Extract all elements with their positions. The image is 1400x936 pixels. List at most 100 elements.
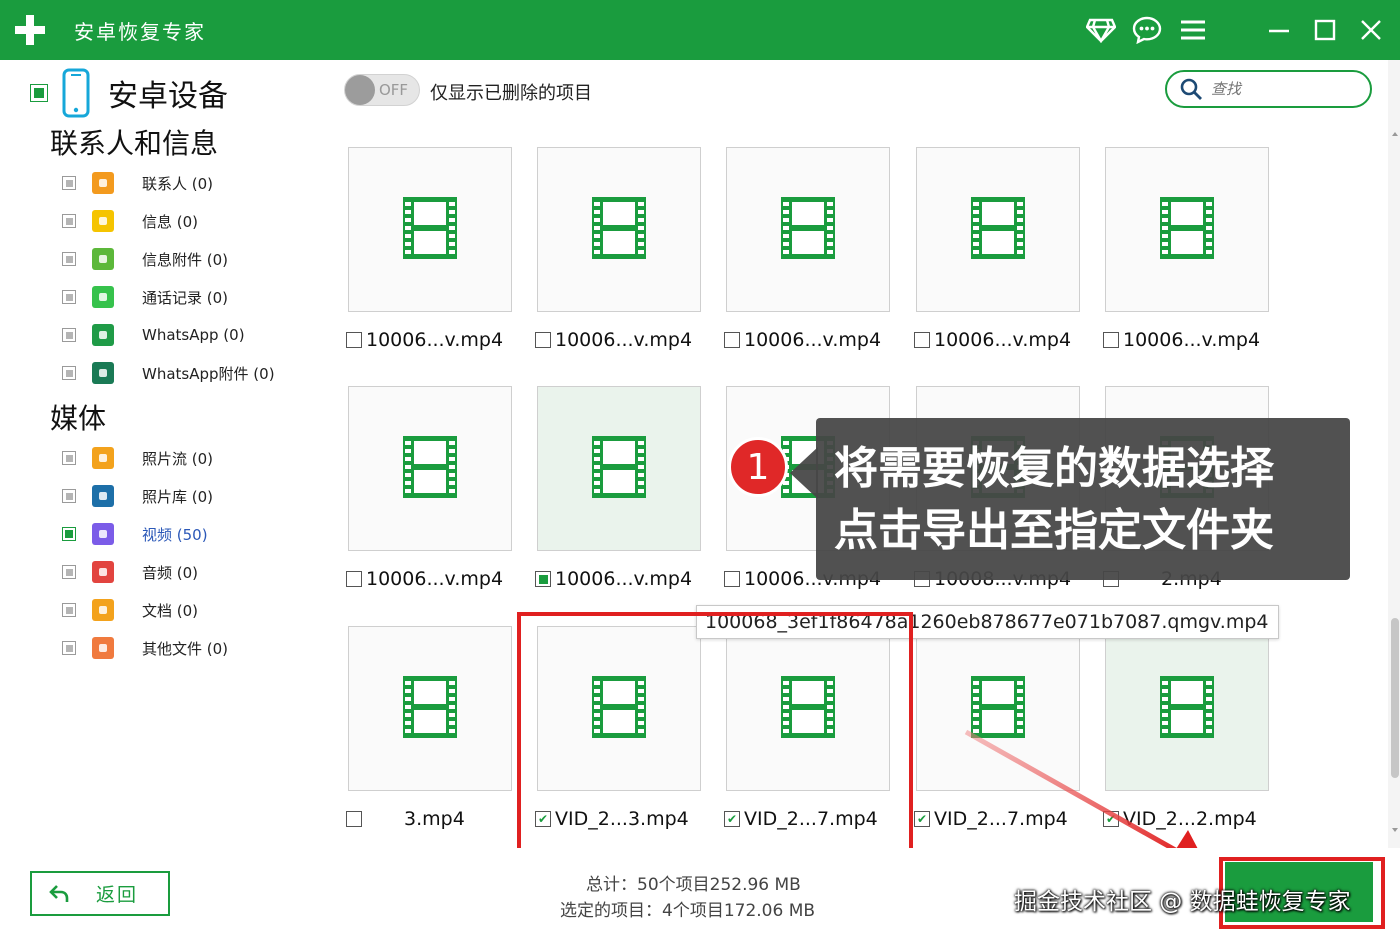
video-thumbnail[interactable]: [726, 626, 890, 791]
back-arrow-icon: [48, 883, 70, 905]
file-checkbox[interactable]: ✔: [914, 811, 930, 827]
sidebar-item[interactable]: WhatsApp (0): [62, 322, 245, 348]
category-checkbox[interactable]: [62, 366, 76, 380]
video-thumbnail[interactable]: [916, 626, 1080, 791]
video-file-icon: [969, 674, 1027, 744]
sidebar-item-label: 其他文件 (0): [142, 639, 229, 658]
footer-bar: 返回 总计：50个项目252.96 MB 选定的项目：4个项目172.06 MB…: [0, 848, 1400, 936]
sidebar-item[interactable]: 联系人 (0): [62, 170, 213, 196]
video-file-icon: [401, 434, 459, 504]
sidebar-item-label: 音频 (0): [142, 563, 199, 582]
close-icon[interactable]: [1356, 15, 1386, 45]
sidebar-item[interactable]: 视频 (50): [62, 521, 208, 547]
category-checkbox[interactable]: [62, 527, 76, 541]
filename-tooltip: 100068_3ef1f86478a1260eb878677e071b7087.…: [696, 605, 1279, 639]
scrollbar-thumb[interactable]: [1391, 618, 1399, 778]
video-thumbnail[interactable]: [537, 626, 701, 791]
document-icon: [92, 599, 114, 621]
diamond-icon[interactable]: [1086, 15, 1116, 45]
sidebar-item[interactable]: 照片库 (0): [62, 483, 213, 509]
category-checkbox[interactable]: [62, 565, 76, 579]
file-checkbox[interactable]: [535, 571, 551, 587]
video-thumbnail[interactable]: [1105, 147, 1269, 312]
file-checkbox[interactable]: [346, 571, 362, 587]
video-thumbnail[interactable]: [348, 386, 512, 551]
file-caption: ✔ VID_2...7.mp4: [724, 807, 914, 831]
sidebar-item[interactable]: 文档 (0): [62, 597, 198, 623]
callout-line-2: 点击导出至指定文件夹: [834, 505, 1274, 556]
sidebar-item-label: 联系人 (0): [142, 174, 214, 193]
vertical-scrollbar[interactable]: [1390, 128, 1400, 836]
sidebar-item[interactable]: 信息附件 (0): [62, 246, 228, 272]
video-file-icon: [590, 195, 648, 265]
file-checkbox[interactable]: ✔: [724, 811, 740, 827]
search-input[interactable]: [1211, 80, 1351, 98]
sidebar-item[interactable]: 信息 (0): [62, 208, 198, 234]
video-thumbnail[interactable]: [916, 147, 1080, 312]
media-section-title: 媒体: [50, 402, 107, 435]
show-deleted-toggle[interactable]: OFF: [344, 74, 420, 106]
file-checkbox[interactable]: ✔: [535, 811, 551, 827]
file-checkbox[interactable]: ✔: [1103, 811, 1119, 827]
category-checkbox[interactable]: [62, 252, 76, 266]
file-name: VID_2...2.mp4: [1123, 808, 1257, 830]
video-file-icon: [1158, 195, 1216, 265]
video-thumbnail[interactable]: [348, 147, 512, 312]
file-checkbox[interactable]: [724, 571, 740, 587]
file-name: 10006...v.mp4: [366, 568, 504, 590]
video-file-icon: [779, 674, 837, 744]
video-icon: [92, 523, 114, 545]
show-deleted-label: 仅显示已删除的项目: [430, 83, 592, 104]
photo-library-icon: [92, 485, 114, 507]
video-thumbnail[interactable]: [726, 147, 890, 312]
sidebar-item[interactable]: 其他文件 (0): [62, 635, 228, 661]
total-summary: 总计：50个项目252.96 MB: [586, 875, 801, 895]
video-thumbnail[interactable]: [348, 626, 512, 791]
video-thumbnail[interactable]: [537, 386, 701, 551]
file-caption: ✔ VID_2...7.mp4: [914, 807, 1104, 831]
video-file-icon: [401, 195, 459, 265]
sidebar-item[interactable]: 照片流 (0): [62, 445, 213, 471]
minimize-icon[interactable]: [1264, 15, 1294, 45]
whatsapp-icon: [92, 324, 114, 346]
file-name: 10006...v.mp4: [555, 568, 693, 590]
file-checkbox[interactable]: [535, 332, 551, 348]
sidebar-item[interactable]: 通话记录 (0): [62, 284, 228, 310]
device-row[interactable]: 安卓设备: [30, 68, 228, 118]
device-label: 安卓设备: [108, 79, 228, 114]
video-thumbnail[interactable]: [537, 147, 701, 312]
file-checkbox[interactable]: [346, 332, 362, 348]
file-checkbox[interactable]: [346, 811, 362, 827]
category-checkbox[interactable]: [62, 489, 76, 503]
category-checkbox[interactable]: [62, 214, 76, 228]
category-checkbox[interactable]: [62, 451, 76, 465]
sidebar: 安卓设备 联系人和信息 联系人 (0) 信息 (0) 信息附件 (0) 通话记录 (0…: [0, 60, 334, 848]
file-checkbox[interactable]: [914, 332, 930, 348]
category-checkbox[interactable]: [62, 603, 76, 617]
category-checkbox[interactable]: [62, 176, 76, 190]
maximize-icon[interactable]: [1310, 15, 1340, 45]
video-file-icon: [779, 195, 837, 265]
file-caption: 10006...v.mp4: [535, 328, 725, 352]
video-thumbnail[interactable]: [1105, 626, 1269, 791]
search-icon: [1179, 77, 1203, 101]
file-caption: 10006...v.mp4: [724, 328, 914, 352]
file-caption: ✔ VID_2...3.mp4: [535, 807, 725, 831]
video-file-icon: [590, 674, 648, 744]
back-button[interactable]: 返回: [30, 871, 170, 916]
sidebar-item[interactable]: WhatsApp附件 (0): [62, 360, 275, 386]
sidebar-item[interactable]: 音频 (0): [62, 559, 198, 585]
category-checkbox[interactable]: [62, 328, 76, 342]
search-box[interactable]: [1165, 70, 1372, 108]
other-files-icon: [92, 637, 114, 659]
device-checkbox[interactable]: [30, 84, 48, 102]
file-checkbox[interactable]: [1103, 332, 1119, 348]
menu-icon[interactable]: [1178, 15, 1208, 45]
chat-icon[interactable]: [1132, 15, 1162, 45]
category-checkbox[interactable]: [62, 290, 76, 304]
category-checkbox[interactable]: [62, 641, 76, 655]
file-checkbox[interactable]: [724, 332, 740, 348]
file-name: 10006...v.mp4: [366, 329, 504, 351]
file-name: VID_2...7.mp4: [934, 808, 1068, 830]
file-caption: 10006...v.mp4: [346, 567, 536, 591]
